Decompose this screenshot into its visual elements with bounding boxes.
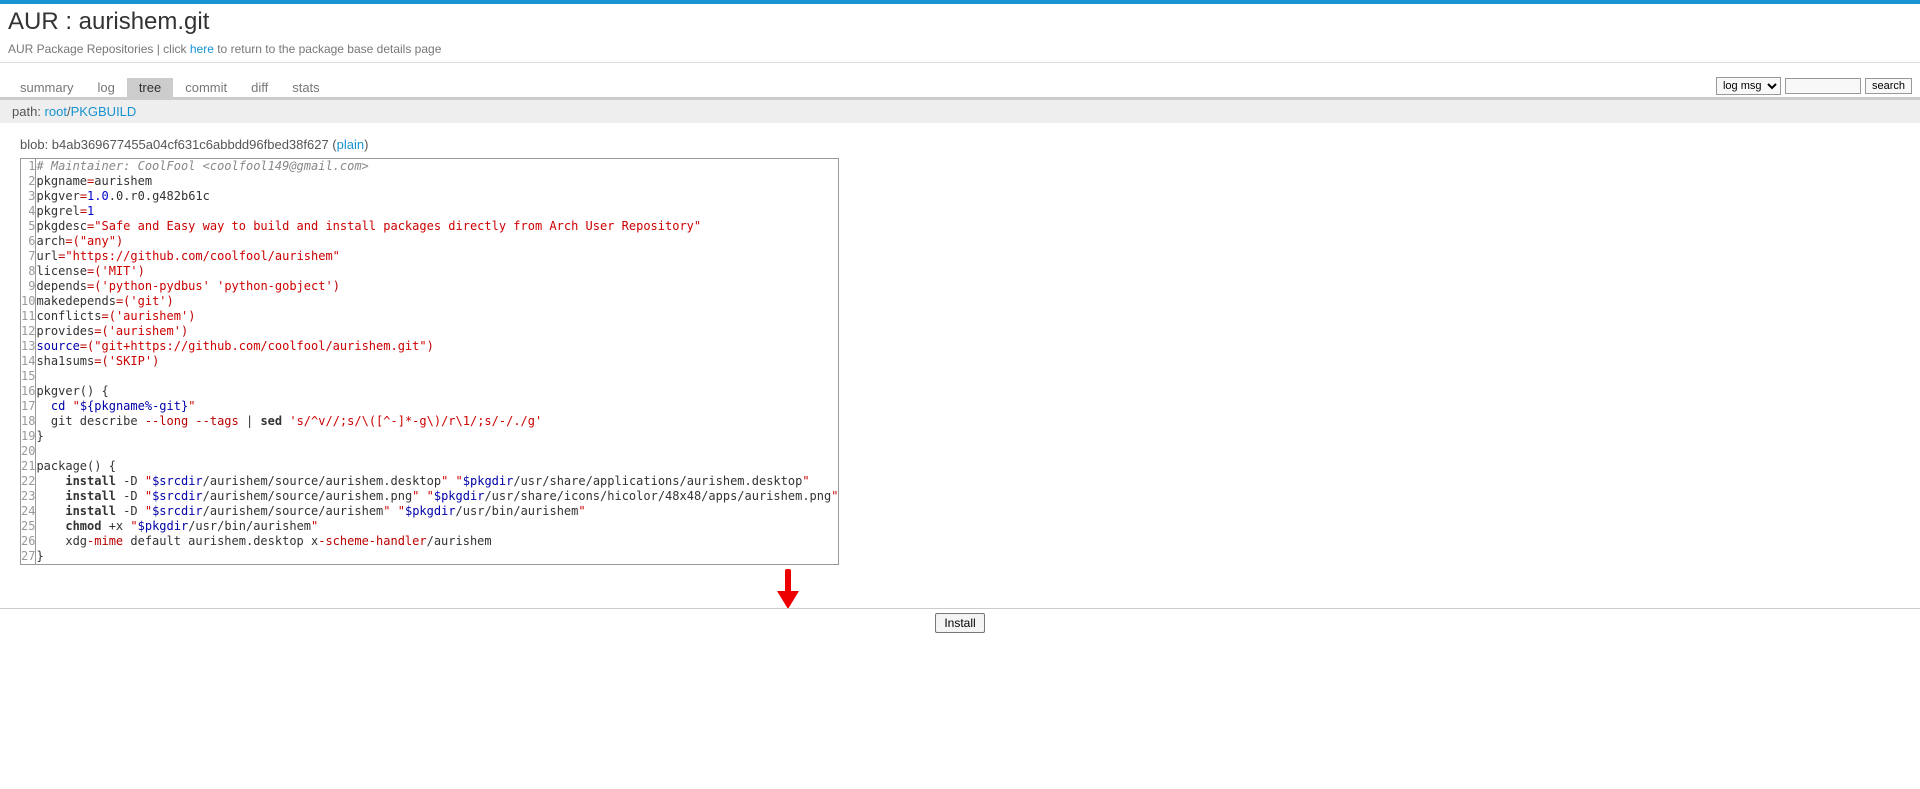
tab-commit[interactable]: commit (173, 78, 239, 97)
footer: Install (0, 608, 1920, 633)
line-number[interactable]: 20 (21, 444, 35, 459)
line-number[interactable]: 15 (21, 369, 35, 384)
line-number[interactable]: 13 (21, 339, 35, 354)
line-number[interactable]: 10 (21, 294, 35, 309)
here-link[interactable]: here (190, 42, 214, 56)
search-button[interactable] (1865, 78, 1912, 94)
line-number[interactable]: 8 (21, 264, 35, 279)
tabs: summarylogtreecommitdiffstats (8, 78, 332, 97)
search-input[interactable] (1785, 78, 1861, 94)
path-root-link[interactable]: root (45, 104, 67, 119)
path-breadcrumb: path: root/PKGBUILD (0, 100, 1920, 123)
tabs-row: summarylogtreecommitdiffstats log msg (0, 77, 1920, 100)
line-number[interactable]: 11 (21, 309, 35, 324)
page-subtitle: AUR Package Repositories | click here to… (8, 36, 1912, 62)
line-number[interactable]: 21 (21, 459, 35, 474)
line-number[interactable]: 1 (21, 159, 35, 174)
line-number[interactable]: 12 (21, 324, 35, 339)
search-type-select[interactable]: log msg (1716, 77, 1781, 95)
page-header: AUR : aurishem.git AUR Package Repositor… (0, 4, 1920, 63)
line-number[interactable]: 16 (21, 384, 35, 399)
search-area: log msg (1716, 77, 1912, 97)
line-number[interactable]: 23 (21, 489, 35, 504)
tab-summary[interactable]: summary (8, 78, 85, 97)
tab-diff[interactable]: diff (239, 78, 280, 97)
line-number[interactable]: 22 (21, 474, 35, 489)
page-title: AUR : aurishem.git (8, 8, 1912, 36)
line-number[interactable]: 19 (21, 429, 35, 444)
line-number[interactable]: 25 (21, 519, 35, 534)
line-numbers: 1234567891011121314151617181920212223242… (21, 159, 36, 564)
line-number[interactable]: 18 (21, 414, 35, 429)
code-block: 1234567891011121314151617181920212223242… (20, 158, 839, 565)
path-file-link[interactable]: PKGBUILD (71, 104, 137, 119)
tab-stats[interactable]: stats (280, 78, 331, 97)
tab-log[interactable]: log (85, 78, 126, 97)
line-number[interactable]: 17 (21, 399, 35, 414)
line-number[interactable]: 9 (21, 279, 35, 294)
line-number[interactable]: 3 (21, 189, 35, 204)
line-number[interactable]: 5 (21, 219, 35, 234)
line-number[interactable]: 14 (21, 354, 35, 369)
line-number[interactable]: 27 (21, 549, 35, 564)
line-number[interactable]: 7 (21, 249, 35, 264)
blob-info: blob: b4ab369677455a04cf631c6abbdd96fbed… (0, 123, 1920, 158)
line-number[interactable]: 24 (21, 504, 35, 519)
line-number[interactable]: 2 (21, 174, 35, 189)
plain-link[interactable]: plain (337, 137, 364, 152)
line-number[interactable]: 26 (21, 534, 35, 549)
line-number[interactable]: 6 (21, 234, 35, 249)
code-content: # Maintainer: CoolFool <coolfool149@gmai… (36, 159, 839, 564)
line-number[interactable]: 4 (21, 204, 35, 219)
install-button[interactable]: Install (935, 613, 984, 633)
tab-tree[interactable]: tree (127, 78, 173, 97)
